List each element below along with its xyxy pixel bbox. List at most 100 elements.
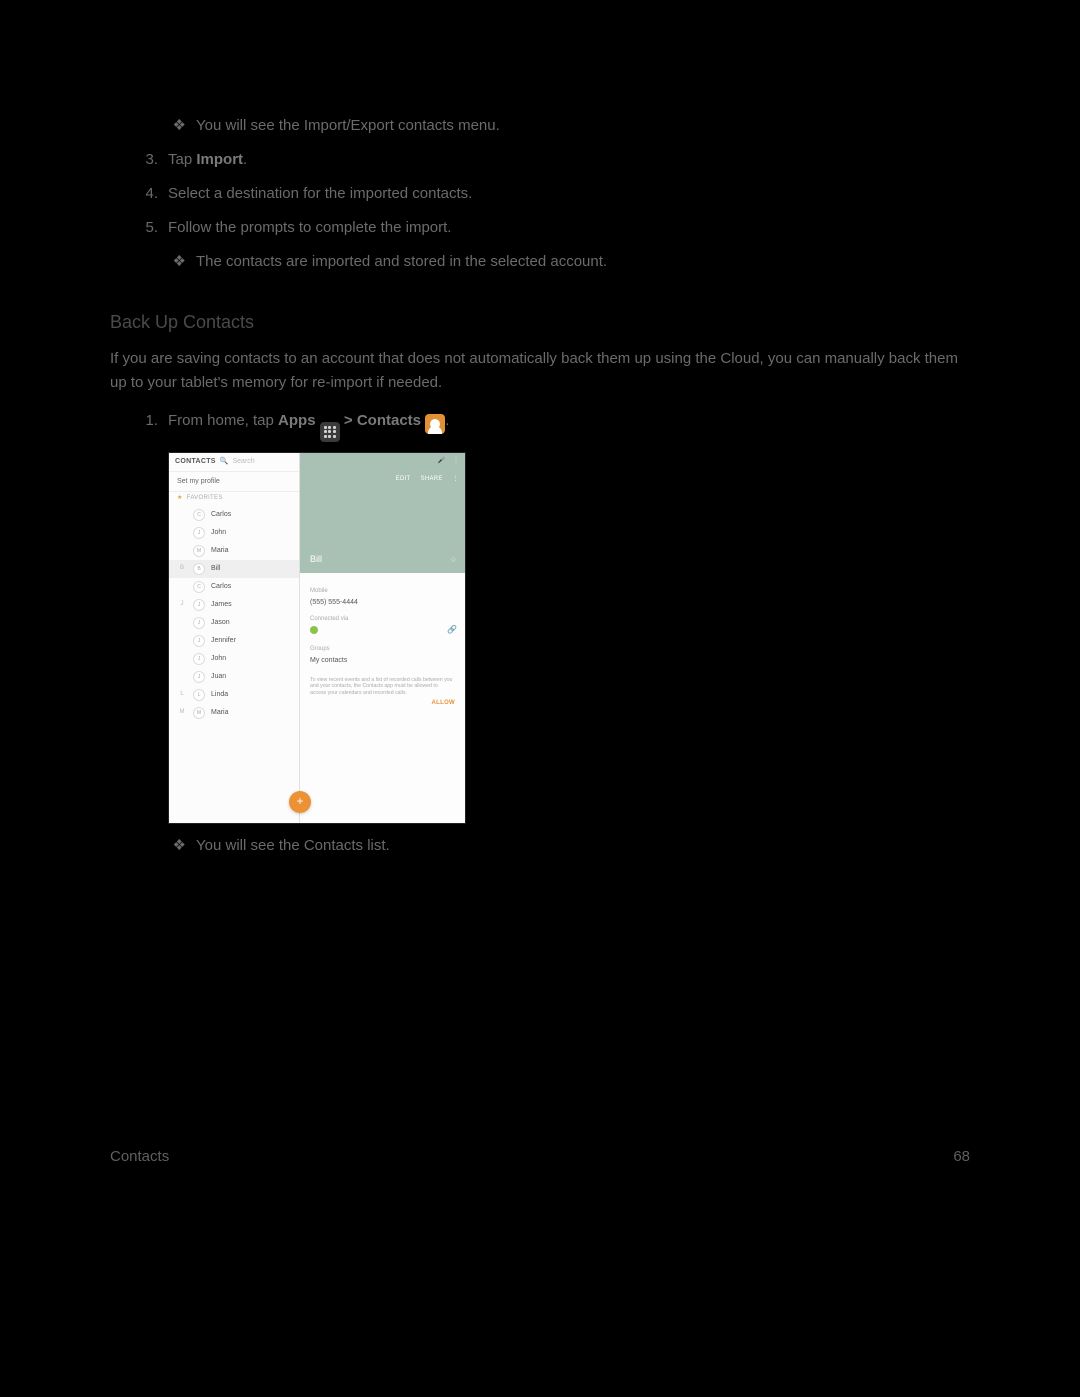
step-number: 3. — [110, 148, 168, 172]
bullet-text: You will see the Import/Export contacts … — [196, 114, 970, 138]
allow-button[interactable]: ALLOW — [310, 699, 455, 709]
step-1: 1. From home, tap Apps > Contacts . — [110, 409, 970, 442]
step-number: 4. — [110, 182, 168, 206]
avatar: L — [193, 689, 205, 701]
footer-section: Contacts — [110, 1148, 169, 1165]
search-input[interactable]: Search — [233, 456, 255, 467]
index-letter: L — [177, 690, 187, 700]
favorites-section: ★ FAVORITES — [169, 492, 299, 506]
contact-name: John — [211, 527, 226, 538]
star-icon: ★ — [177, 494, 183, 504]
contact-row[interactable]: J Jennifer — [169, 632, 299, 650]
bullet-text: You will see the Contacts list. — [196, 834, 970, 858]
index-letter: M — [177, 708, 187, 718]
apps-icon — [320, 422, 340, 442]
contacts-header: CONTACTS 🔍 Search — [169, 453, 299, 472]
bullet-import-export: ❖ You will see the Import/Export contact… — [110, 114, 970, 138]
section-title: Back Up Contacts — [110, 308, 970, 337]
step1-gt: > — [340, 412, 357, 429]
diamond-bullet-icon: ❖ — [110, 114, 196, 138]
set-my-profile[interactable]: Set my profile — [169, 472, 299, 492]
avatar: M — [193, 707, 205, 719]
step-3: 3. Tap Import. — [110, 148, 970, 172]
mobile-label: Mobile — [310, 587, 455, 597]
page-footer: Contacts 68 — [110, 1148, 970, 1165]
step3-bold: Import — [196, 151, 243, 168]
contacts-list-panel: CONTACTS 🔍 Search Set my profile ★ FAVOR… — [169, 453, 300, 823]
step-text: Follow the prompts to complete the impor… — [168, 216, 970, 240]
favorite-star-icon[interactable]: ☆ — [450, 554, 457, 567]
contact-detail-panel: 🎤 ⋮ EDIT SHARE ⋮ Bill ☆ Mobile (555) 555… — [300, 453, 465, 823]
app-title: CONTACTS — [175, 456, 216, 467]
favorite-contact-row[interactable]: J John — [169, 524, 299, 542]
section-intro: If you are saving contacts to an account… — [110, 347, 970, 395]
contact-name: James — [211, 599, 232, 610]
search-icon[interactable]: 🔍 — [220, 456, 229, 467]
favorites-label: FAVORITES — [187, 494, 223, 504]
diamond-bullet-icon: ❖ — [110, 834, 196, 858]
share-button[interactable]: SHARE — [421, 475, 443, 485]
page-content: ❖ You will see the Import/Export contact… — [110, 110, 970, 866]
contact-name: Carlos — [211, 509, 231, 520]
contact-row[interactable]: J Jason — [169, 614, 299, 632]
contact-row[interactable]: BB Bill — [169, 560, 299, 578]
contact-name: Linda — [211, 689, 228, 700]
step-text: From home, tap Apps > Contacts . — [168, 409, 970, 442]
avatar: C — [193, 581, 205, 593]
contact-details: Mobile (555) 555-4444 Connected via 🔗 Gr… — [300, 573, 465, 823]
step-5: 5. Follow the prompts to complete the im… — [110, 216, 970, 240]
contact-name: Maria — [211, 545, 229, 556]
diamond-bullet-icon: ❖ — [110, 250, 196, 274]
favorite-contact-row[interactable]: C Carlos — [169, 506, 299, 524]
connected-label: Connected via — [310, 615, 455, 625]
contact-row[interactable]: JJJames — [169, 596, 299, 614]
step1-suffix: . — [445, 412, 449, 429]
contact-row[interactable]: LL Linda — [169, 686, 299, 704]
contact-name: Juan — [211, 671, 226, 682]
contact-name: Bill — [310, 552, 322, 566]
mobile-value[interactable]: (555) 555-4444 — [310, 597, 455, 608]
footer-page-number: 68 — [953, 1148, 970, 1165]
avatar: B — [193, 563, 205, 575]
service-dot-icon — [310, 626, 318, 634]
step-4: 4. Select a destination for the imported… — [110, 182, 970, 206]
contact-row[interactable]: JJohn — [169, 650, 299, 668]
mic-icon[interactable]: 🎤 — [438, 457, 445, 467]
bullet-imported: ❖ The contacts are imported and stored i… — [110, 250, 970, 274]
step3-suffix: . — [243, 151, 247, 168]
avatar: J — [193, 635, 205, 647]
contact-row[interactable]: JJuan — [169, 668, 299, 686]
bullet-text: The contacts are imported and stored in … — [196, 250, 970, 274]
avatar: J — [193, 527, 205, 539]
index-letter: B — [177, 564, 187, 574]
step-text: Tap Import. — [168, 148, 970, 172]
step-number: 5. — [110, 216, 168, 240]
step3-prefix: Tap — [168, 151, 196, 168]
contact-name: Jason — [211, 617, 230, 628]
permission-note: To view recent events and a list of reco… — [310, 677, 455, 697]
step1-apps: Apps — [278, 412, 316, 429]
step1-prefix: From home, tap — [168, 412, 278, 429]
avatar: M — [193, 545, 205, 557]
add-contact-fab[interactable]: + — [289, 791, 311, 813]
step-number: 1. — [110, 409, 168, 433]
contact-header: 🎤 ⋮ EDIT SHARE ⋮ Bill ☆ — [300, 453, 465, 573]
step1-contacts: Contacts — [357, 412, 421, 429]
groups-value[interactable]: My contacts — [310, 655, 455, 666]
contact-row[interactable]: C Carlos — [169, 578, 299, 596]
contacts-icon — [425, 414, 445, 434]
avatar: J — [193, 617, 205, 629]
contact-name: Maria — [211, 707, 229, 718]
avatar: C — [193, 509, 205, 521]
more-icon[interactable]: ⋮ — [453, 457, 459, 467]
contact-name: Jennifer — [211, 635, 236, 646]
link-icon[interactable]: 🔗 — [447, 624, 457, 637]
favorite-contact-row[interactable]: M Maria — [169, 542, 299, 560]
edit-button[interactable]: EDIT — [396, 475, 411, 485]
more-icon[interactable]: ⋮ — [453, 475, 459, 485]
index-letter: J — [177, 600, 187, 610]
contact-row[interactable]: MM Maria — [169, 704, 299, 722]
contact-name: Carlos — [211, 581, 231, 592]
avatar: J — [193, 653, 205, 665]
contact-name: Bill — [211, 563, 220, 574]
